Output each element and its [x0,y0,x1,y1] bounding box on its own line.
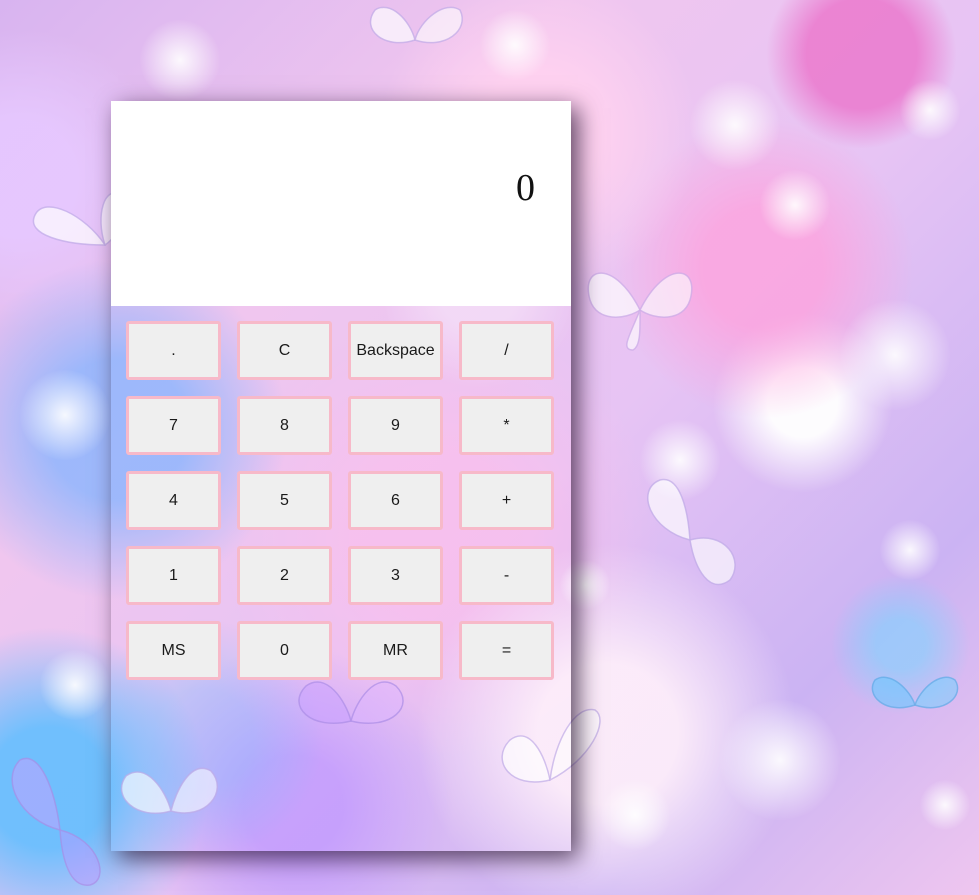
butterfly-icon [647,478,736,586]
keypad: . C Backspace / 7 8 9 * 4 5 6 +1 2 3- MS 0 MR = [126,321,554,680]
digit-2-key[interactable]: 2 [237,546,332,605]
calculator-display: 0 [111,101,571,306]
memory-store-key[interactable]: MS [126,621,221,680]
digit-1-key[interactable]: 1 [126,546,221,605]
subtract-key[interactable]: - [459,546,554,605]
divide-key[interactable]: / [459,321,554,380]
multiply-key[interactable]: * [459,396,554,455]
clear-key[interactable]: C [237,321,332,380]
decimal-key[interactable]: . [126,321,221,380]
butterfly-icon [587,272,693,351]
backspace-key[interactable]: Backspace [348,321,443,380]
butterfly-icon [369,6,463,44]
digit-4-key[interactable]: 4 [126,471,221,530]
digit-9-key[interactable]: 9 [348,396,443,455]
equals-key[interactable]: = [459,621,554,680]
butterfly-icon [120,767,218,814]
digit-6-key[interactable]: 6 [348,471,443,530]
digit-0-key[interactable]: 0 [237,621,332,680]
digit-7-key[interactable]: 7 [126,396,221,455]
butterfly-icon [11,757,101,886]
digit-3-key[interactable]: 3 [348,546,443,605]
butterfly-icon [871,676,959,709]
display-value: 0 [516,167,535,209]
digit-8-key[interactable]: 8 [237,396,332,455]
memory-recall-key[interactable]: MR [348,621,443,680]
digit-5-key[interactable]: 5 [237,471,332,530]
add-key[interactable]: + [459,471,554,530]
calculator: 0 . C Backspace / 7 8 9 * 4 5 6 +1 2 3- MS 0 MR = [111,101,571,851]
